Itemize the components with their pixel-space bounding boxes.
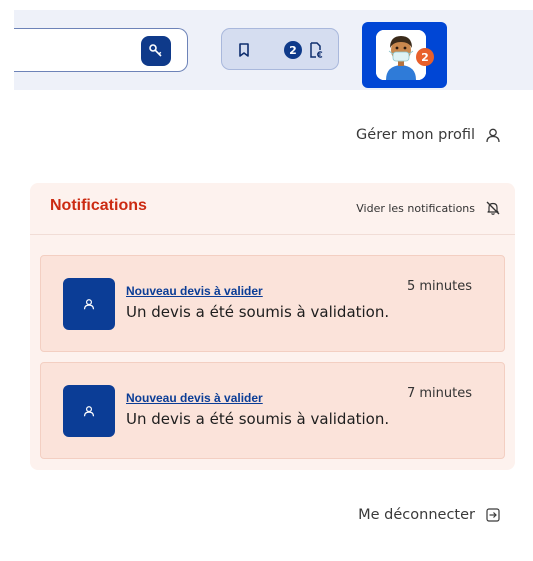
notification-item[interactable]: Nouveau devis à valider 7 minutes Un dev… xyxy=(40,362,505,459)
manage-profile-link[interactable]: Gérer mon profil xyxy=(356,124,501,146)
bookmark-button[interactable] xyxy=(234,40,254,60)
key-icon xyxy=(149,44,162,57)
top-strip xyxy=(0,0,533,20)
avatar-notification-badge: 2 xyxy=(416,48,434,66)
user-icon xyxy=(83,406,95,417)
notification-time: 5 minutes xyxy=(406,279,472,294)
notification-item[interactable]: Nouveau devis à valider 5 minutes Un dev… xyxy=(40,255,505,352)
notification-message: Un devis a été soumis à validation. xyxy=(126,303,390,321)
notification-avatar xyxy=(63,278,115,330)
notification-title-link[interactable]: Nouveau devis à valider xyxy=(126,391,263,405)
notification-title-link[interactable]: Nouveau devis à valider xyxy=(126,284,263,298)
notification-time: 7 minutes xyxy=(406,386,472,401)
manage-profile-label: Gérer mon profil xyxy=(356,127,475,143)
notification-message: Un devis a été soumis à validation. xyxy=(126,410,390,428)
logout-link[interactable]: Me déconnecter xyxy=(358,504,501,526)
account-menu-button[interactable]: 2 xyxy=(362,22,447,88)
header-bar: 2 2 xyxy=(14,20,533,90)
euro-document-icon xyxy=(310,42,323,58)
account-dropdown-page: 2 2 Gérer mon profil Notifications Vider… xyxy=(0,0,533,561)
shortcuts-pill: 2 xyxy=(221,28,339,70)
clear-notifications-button[interactable]: Vider les notifications xyxy=(356,200,501,216)
quotes-button[interactable] xyxy=(306,40,326,60)
clear-notifications-label: Vider les notifications xyxy=(356,201,475,215)
user-icon xyxy=(83,299,95,310)
search-input[interactable] xyxy=(14,28,188,72)
search-button[interactable] xyxy=(141,36,171,66)
bookmark-icon xyxy=(239,43,249,57)
bell-off-icon xyxy=(486,201,500,215)
logout-label: Me déconnecter xyxy=(358,507,475,523)
user-icon xyxy=(486,128,500,143)
notifications-header: Notifications Vider les notifications xyxy=(30,183,515,235)
logout-icon xyxy=(486,508,500,522)
top-strip-band xyxy=(14,10,533,20)
quote-count-badge[interactable]: 2 xyxy=(284,41,302,59)
notifications-panel: Notifications Vider les notifications No… xyxy=(30,183,515,470)
notification-avatar xyxy=(63,385,115,437)
notifications-title: Notifications xyxy=(50,197,147,214)
